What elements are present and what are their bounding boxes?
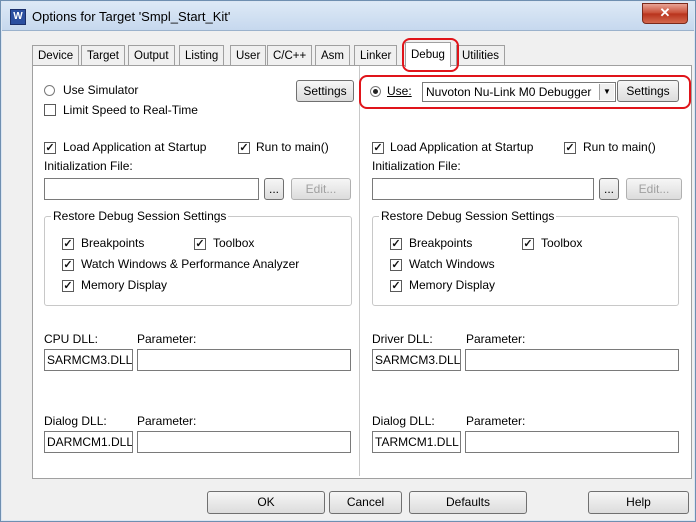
dialog-param-input[interactable]: [137, 431, 351, 453]
left-edit-button[interactable]: Edit...: [291, 178, 351, 200]
right-toolbox-checkbox[interactable]: ✓: [522, 238, 534, 250]
left-run-to-main-label: Run to main(): [256, 140, 329, 154]
tab-asm[interactable]: Asm: [315, 45, 350, 66]
right-watch-label: Watch Windows: [409, 257, 495, 271]
right-init-file-input[interactable]: [372, 178, 594, 200]
right-toolbox-label: Toolbox: [541, 236, 583, 250]
tab-cc[interactable]: C/C++: [267, 45, 313, 66]
right-init-file-label: Initialization File:: [372, 159, 461, 173]
tab-utilities[interactable]: Utilities: [456, 45, 506, 66]
limit-speed-checkbox[interactable]: [44, 104, 56, 116]
right-dialog-dll-input[interactable]: TARMCM1.DLL: [372, 431, 461, 453]
debugger-select-value: Nuvoton Nu-Link M0 Debugger: [426, 85, 592, 99]
chevron-down-icon[interactable]: ▼: [599, 84, 614, 100]
left-load-app-checkbox[interactable]: ✓: [44, 142, 56, 154]
use-label: Use:: [387, 84, 412, 98]
right-watch-checkbox[interactable]: ✓: [390, 259, 402, 271]
driver-dll-label: Driver DLL:: [372, 332, 433, 346]
right-load-app-checkbox[interactable]: ✓: [372, 142, 384, 154]
left-browse-button[interactable]: ...: [264, 178, 284, 200]
app-icon: W: [10, 9, 26, 25]
left-run-to-main-checkbox[interactable]: ✓: [238, 142, 250, 154]
left-toolbox-label: Toolbox: [213, 236, 255, 250]
ok-button[interactable]: OK: [207, 491, 325, 514]
cpu-dll-input[interactable]: SARMCM3.DLL: [44, 349, 133, 371]
right-run-to-main-checkbox[interactable]: ✓: [564, 142, 576, 154]
window-title: Options for Target 'Smpl_Start_Kit': [32, 9, 231, 24]
tab-device[interactable]: Device: [32, 45, 80, 66]
right-restore-title: Restore Debug Session Settings: [379, 209, 557, 223]
tab-output[interactable]: Output: [128, 45, 175, 66]
tab-listing[interactable]: Listing: [179, 45, 225, 66]
cpu-param-label: Parameter:: [137, 332, 197, 346]
left-breakpoints-label: Breakpoints: [81, 236, 145, 250]
left-breakpoints-checkbox[interactable]: ✓: [62, 238, 74, 250]
close-button[interactable]: ✕: [642, 3, 688, 24]
debug-tab-highlight: [402, 38, 459, 72]
right-memory-label: Memory Display: [409, 278, 496, 292]
limit-speed-label: Limit Speed to Real-Time: [63, 103, 198, 117]
right-breakpoints-label: Breakpoints: [409, 236, 473, 250]
right-dialog-dll-label: Dialog DLL:: [372, 414, 435, 428]
left-toolbox-checkbox[interactable]: ✓: [194, 238, 206, 250]
cancel-button[interactable]: Cancel: [329, 491, 402, 514]
driver-param-input[interactable]: [465, 349, 679, 371]
dialog-dll-input[interactable]: DARMCM1.DLL: [44, 431, 133, 453]
options-dialog: W Options for Target 'Smpl_Start_Kit' ✕ …: [0, 0, 696, 522]
right-breakpoints-checkbox[interactable]: ✓: [390, 238, 402, 250]
help-button[interactable]: Help: [588, 491, 689, 514]
tab-target[interactable]: Target: [81, 45, 125, 66]
panel-divider: [359, 66, 360, 476]
defaults-button[interactable]: Defaults: [409, 491, 527, 514]
right-load-app-label: Load Application at Startup: [390, 140, 534, 154]
use-simulator-radio[interactable]: [44, 85, 55, 96]
cpu-param-input[interactable]: [137, 349, 351, 371]
use-label-text: Use:: [387, 84, 412, 98]
use-debugger-radio[interactable]: [370, 86, 381, 97]
right-memory-checkbox[interactable]: ✓: [390, 280, 402, 292]
debugger-settings-button[interactable]: Settings: [617, 80, 679, 102]
debugger-select[interactable]: Nuvoton Nu-Link M0 Debugger ▼: [422, 82, 616, 102]
left-watch-label: Watch Windows & Performance Analyzer: [81, 257, 300, 271]
left-memory-label: Memory Display: [81, 278, 168, 292]
use-simulator-label: Use Simulator: [63, 83, 139, 97]
left-restore-title: Restore Debug Session Settings: [51, 209, 229, 223]
cpu-dll-label: CPU DLL:: [44, 332, 99, 346]
left-watch-checkbox[interactable]: ✓: [62, 259, 74, 271]
tab-user[interactable]: User: [230, 45, 267, 66]
driver-dll-input[interactable]: SARMCM3.DLL: [372, 349, 461, 371]
driver-param-label: Parameter:: [466, 332, 526, 346]
title-bar: W Options for Target 'Smpl_Start_Kit' ✕: [2, 2, 694, 31]
tab-linker[interactable]: Linker: [354, 45, 398, 66]
right-edit-button[interactable]: Edit...: [626, 178, 682, 200]
right-run-to-main-label: Run to main(): [583, 140, 656, 154]
left-init-file-input[interactable]: [44, 178, 259, 200]
left-load-app-label: Load Application at Startup: [63, 140, 207, 154]
dialog-param-label: Parameter:: [137, 414, 197, 428]
left-init-file-label: Initialization File:: [44, 159, 133, 173]
simulator-settings-button[interactable]: Settings: [296, 80, 354, 102]
right-dialog-param-input[interactable]: [465, 431, 679, 453]
right-dialog-param-label: Parameter:: [466, 414, 526, 428]
dialog-dll-label: Dialog DLL:: [44, 414, 107, 428]
left-memory-checkbox[interactable]: ✓: [62, 280, 74, 292]
right-browse-button[interactable]: ...: [599, 178, 619, 200]
